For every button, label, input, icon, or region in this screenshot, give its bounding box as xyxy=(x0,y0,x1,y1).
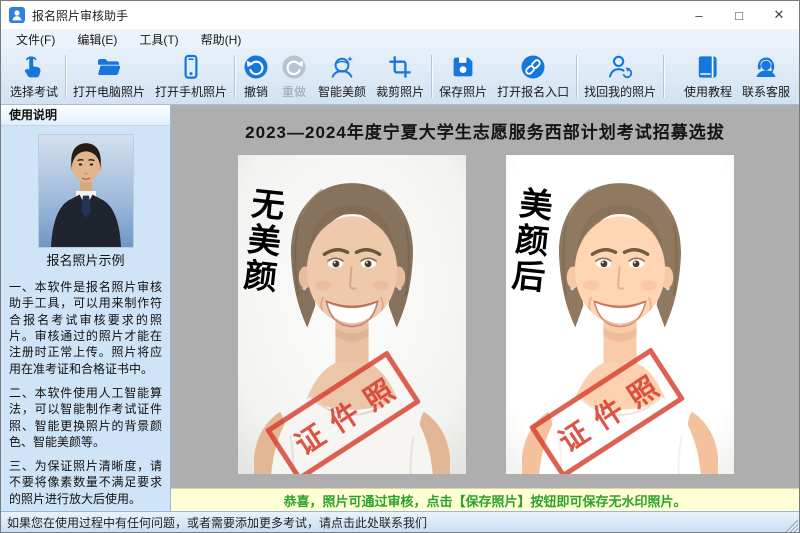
titlebar: 报名照片审核助手 – □ ✕ xyxy=(1,1,799,29)
toolbar-button-find-my-photo[interactable]: 找回我的照片 xyxy=(579,50,661,103)
save-icon xyxy=(449,52,477,82)
undo-icon xyxy=(242,52,270,82)
menu-edit[interactable]: 编辑(E) xyxy=(66,31,128,48)
toolbar-label: 保存照片 xyxy=(439,83,487,100)
toolbar-label: 联系客服 xyxy=(742,83,790,100)
toolbar-button-smart-beauty[interactable]: 智能美颜 xyxy=(313,50,371,103)
toolbar-button-select-exam[interactable]: 选择考试 xyxy=(5,50,63,103)
toolbar-label: 智能美颜 xyxy=(318,83,366,100)
toolbar-spacer xyxy=(666,50,679,103)
smartphone-icon xyxy=(177,52,205,82)
toolbar-label: 打开报名入口 xyxy=(497,83,569,100)
toolbar-button-open-phone-photo[interactable]: 打开手机照片 xyxy=(150,50,232,103)
close-button[interactable]: ✕ xyxy=(759,1,799,29)
toolbar-separator xyxy=(576,55,577,98)
window-controls: – □ ✕ xyxy=(679,1,799,29)
toolbar-button-tutorial[interactable]: 使用教程 xyxy=(679,50,737,103)
photo-original: 无美颜 证件照 xyxy=(238,155,466,474)
toolbar-label: 打开电脑照片 xyxy=(73,83,145,100)
headset-icon xyxy=(752,52,780,82)
instruction-paragraph: 二、本软件使用人工智能算法，可以智能制作考试证件照、智能更换照片的背景颜色、智能… xyxy=(9,385,162,450)
exam-title: 2023—2024年度宁夏大学生志愿服务西部计划考试招募选拔 xyxy=(171,118,799,143)
link-icon xyxy=(519,52,547,82)
minimize-button[interactable]: – xyxy=(679,1,719,29)
toolbar-label: 重做 xyxy=(282,83,306,100)
toolbar-separator xyxy=(431,55,432,98)
toolbar-label: 使用教程 xyxy=(684,83,732,100)
approval-notice: 恭喜，照片可通过审核，点击【保存照片】按钮即可保存无水印照片。 xyxy=(171,488,799,511)
toolbar-button-open-registration-portal[interactable]: 打开报名入口 xyxy=(492,50,574,103)
maximize-button[interactable]: □ xyxy=(719,1,759,29)
photo-beauty: 美颜后 证件照 xyxy=(506,155,734,474)
sample-id-photo xyxy=(39,135,133,247)
instruction-paragraph: 一、本软件是报名照片审核助手工具，可以用来制作符合报名考试审核要求的照片。审核通… xyxy=(9,279,162,377)
close-icon: ✕ xyxy=(774,7,785,23)
toolbar-separator xyxy=(234,55,235,98)
toolbar-label: 选择考试 xyxy=(10,83,58,100)
book-icon xyxy=(694,52,722,82)
toolbar-label: 裁剪照片 xyxy=(376,83,424,100)
toolbar-button-open-computer-photo[interactable]: 打开电脑照片 xyxy=(68,50,150,103)
menu-help[interactable]: 帮助(H) xyxy=(190,31,253,48)
window-title: 报名照片审核助手 xyxy=(32,7,128,24)
menubar: 文件(F) 编辑(E) 工具(T) 帮助(H) xyxy=(1,29,799,48)
toolbar-button-crop-photo[interactable]: 裁剪照片 xyxy=(371,50,429,103)
sidebar: 使用说明 xyxy=(1,105,171,511)
toolbar-button-undo[interactable]: 撤销 xyxy=(237,50,275,103)
app-window: 报名照片审核助手 – □ ✕ 文件(F) 编辑(E) 工具(T) 帮助(H) 选… xyxy=(0,0,800,533)
toolbar-button-save-photo[interactable]: 保存照片 xyxy=(434,50,492,103)
toolbar-button-redo: 重做 xyxy=(275,50,313,103)
menu-tools[interactable]: 工具(T) xyxy=(128,31,189,48)
instruction-paragraph: 三、为保证照片清晰度，请不要将像素数量不满足要求的照片进行放大后使用。 xyxy=(9,458,162,507)
resize-grip[interactable] xyxy=(785,519,798,532)
sidebar-header: 使用说明 xyxy=(1,105,170,126)
toolbar-label: 撤销 xyxy=(244,83,268,100)
statusbar-contact-link[interactable]: 如果您在使用过程中有任何问题，或者需要添加更多考试，请点击此处联系我们 xyxy=(7,514,427,531)
toolbar: 选择考试 打开电脑照片 打开手机照片 xyxy=(1,48,799,105)
toolbar-label: 打开手机照片 xyxy=(155,83,227,100)
toolbar-label: 找回我的照片 xyxy=(584,83,656,100)
toolbar-button-contact-support[interactable]: 联系客服 xyxy=(737,50,795,103)
redo-icon xyxy=(280,52,308,82)
person-restore-icon xyxy=(606,52,634,82)
app-logo-icon xyxy=(9,7,25,23)
menu-file[interactable]: 文件(F) xyxy=(5,31,66,48)
toolbar-separator xyxy=(663,55,664,98)
main-canvas: 2023—2024年度宁夏大学生志愿服务西部计划考试招募选拔 无美颜 证件照 美… xyxy=(171,105,799,511)
toolbar-separator xyxy=(65,55,66,98)
beauty-face-icon xyxy=(328,52,356,82)
hand-tap-icon xyxy=(20,52,48,82)
crop-icon xyxy=(386,52,414,82)
sample-photo-caption: 报名照片示例 xyxy=(1,250,170,269)
statusbar: 如果您在使用过程中有任何问题，或者需要添加更多考试，请点击此处联系我们 xyxy=(1,511,799,533)
body: 使用说明 xyxy=(1,105,799,511)
open-folder-icon xyxy=(95,52,123,82)
maximize-icon: □ xyxy=(735,8,743,23)
minimize-icon: – xyxy=(695,8,702,23)
